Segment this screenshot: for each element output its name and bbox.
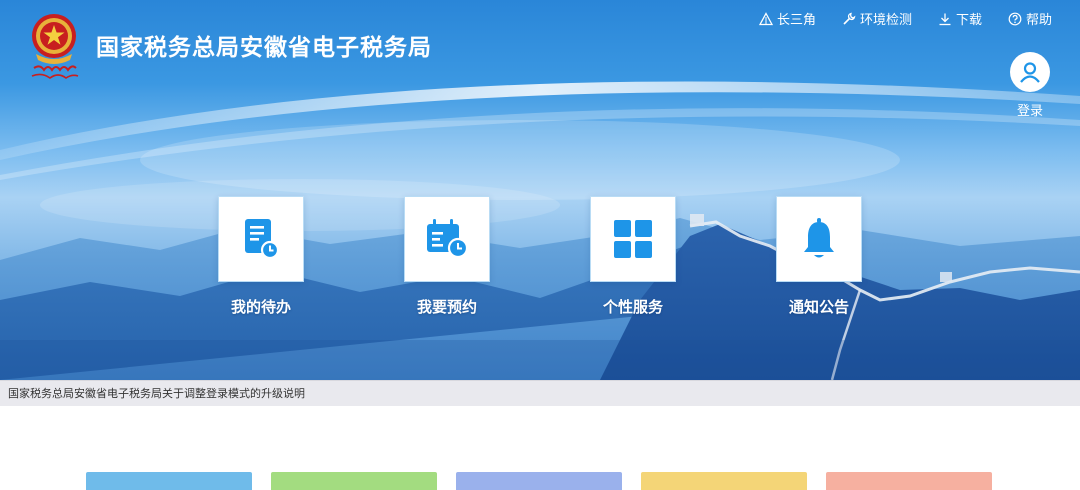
login-button[interactable]: 登录: [1008, 52, 1052, 119]
notice-link[interactable]: 国家税务总局安徽省电子税务局关于调整登录模式的升级说明: [0, 380, 1080, 406]
bell-icon: [804, 218, 834, 258]
feature-card-5[interactable]: [826, 472, 992, 490]
user-icon: [1020, 62, 1040, 83]
triangle-icon: [758, 11, 773, 25]
feature-card-1[interactable]: [86, 472, 252, 490]
link-label: 长三角: [776, 13, 816, 28]
service-personalized[interactable]: 个性服务: [590, 196, 676, 317]
link-download[interactable]: 下载: [938, 9, 982, 28]
link-label: 下载: [955, 13, 982, 28]
site-title: 国家税务总局安徽省电子税务局: [96, 35, 432, 61]
service-icon-box: [590, 196, 676, 282]
service-label: 个性服务: [602, 298, 663, 316]
service-label: 通知公告: [788, 298, 849, 316]
feature-card-3[interactable]: [456, 472, 622, 490]
service-icon-box: [776, 196, 862, 282]
download-icon: [939, 13, 951, 25]
help-icon: [1008, 12, 1022, 25]
wrench-icon: [843, 12, 856, 25]
feature-card-2[interactable]: [271, 472, 437, 490]
feature-card-4[interactable]: [641, 472, 807, 490]
link-label: 环境检测: [859, 13, 912, 28]
link-environment-check[interactable]: 环境检测: [842, 9, 912, 28]
service-icon-box: [404, 196, 490, 282]
grid-icon: [614, 220, 652, 258]
link-help[interactable]: 帮助: [1008, 9, 1052, 28]
calendar-clock-icon: [427, 219, 469, 259]
service-label: 我要预约: [416, 298, 477, 316]
service-icon-box: [218, 196, 304, 282]
user-avatar: [1010, 52, 1050, 92]
link-yangtze-delta[interactable]: 长三角: [758, 9, 816, 28]
tax-emblem-logo: [31, 14, 79, 79]
page: 国家税务总局安徽省电子税务局 长三角 环境检测 下载 帮助 登录 我的待办 我要…: [0, 0, 1080, 490]
service-my-todo[interactable]: 我的待办: [218, 196, 304, 317]
link-label: 帮助: [1025, 13, 1052, 28]
top-links: 长三角 环境检测 下载 帮助: [758, 9, 1052, 28]
service-appointment[interactable]: 我要预约: [404, 196, 490, 317]
login-label: 登录: [1016, 104, 1043, 119]
todo-list-icon: [245, 219, 280, 260]
service-announcements[interactable]: 通知公告: [776, 196, 862, 317]
service-label: 我的待办: [230, 298, 291, 316]
hero-banner: 国家税务总局安徽省电子税务局 长三角 环境检测 下载 帮助 登录 我的待办 我要…: [0, 0, 1080, 380]
